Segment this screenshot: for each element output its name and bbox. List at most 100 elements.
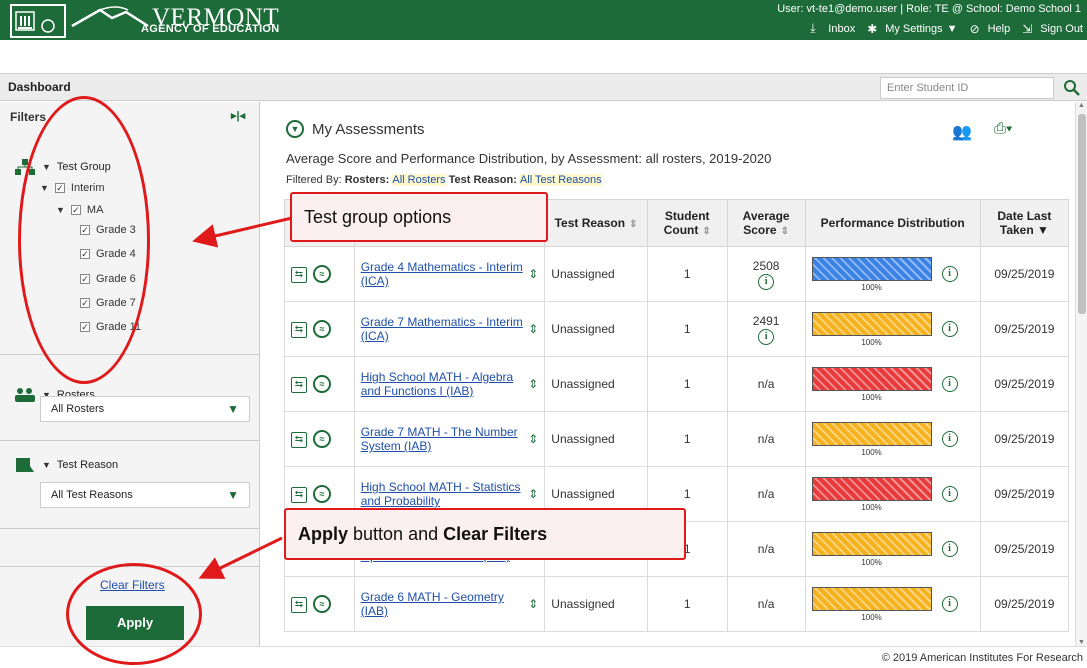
collapse-sidebar-icon[interactable]: ▸|◂ [231, 109, 245, 122]
row-actions-cell: ⇆≈ [284, 301, 355, 357]
assessment-name-cell: Grade 4 Mathematics - Interim (ICA) ⇕ [353, 246, 546, 302]
export-icon[interactable]: ⇆ [291, 322, 307, 338]
export-icon[interactable]: ⇆ [291, 267, 307, 283]
test-reason-header[interactable]: ▼ Test Reason [14, 456, 118, 474]
sort-icon: ⇕ [702, 226, 711, 237]
test-reason-select[interactable]: All Test Reasons ▼ [40, 482, 250, 508]
sign-out-link[interactable]: ⇲ Sign Out [1022, 22, 1083, 36]
assessment-link[interactable]: High School MATH - Algebra and Functions… [361, 370, 525, 398]
info-icon[interactable]: i [941, 596, 958, 612]
magnifier-detail-icon[interactable]: ≈ [313, 430, 331, 448]
date-last-taken-cell: 09/25/2019 [979, 356, 1070, 412]
student-count-cell: 1 [646, 411, 728, 467]
test-reason-select-value: All Test Reasons [51, 489, 133, 501]
sort-arrows-icon[interactable]: ⇕ [528, 377, 538, 391]
divider [0, 440, 260, 441]
assessment-name-cell: Grade 6 MATH - Geometry (IAB) ⇕ [353, 576, 546, 632]
date-last-taken-cell: 09/25/2019 [979, 521, 1070, 577]
magnifier-detail-icon[interactable]: ≈ [313, 265, 331, 283]
info-icon[interactable]: i [941, 376, 958, 392]
column-header-test-reason[interactable]: Test Reason ⇕ [544, 199, 648, 247]
callout-bold-clear: Clear Filters [443, 523, 548, 544]
average-score-value: n/a [757, 487, 775, 501]
info-icon[interactable]: i [758, 273, 775, 290]
divider [0, 528, 260, 529]
assessment-name-cell: Grade 7 Mathematics - Interim (ICA) ⇕ [353, 301, 546, 357]
inbox-label: Inbox [828, 22, 856, 35]
print-icon[interactable]: ⎙▾ [994, 120, 1012, 137]
scroll-up-icon[interactable]: ▲ [1078, 102, 1085, 109]
search-icon[interactable] [1063, 79, 1081, 97]
column-header-student-count[interactable]: Student Count ⇕ [646, 199, 728, 247]
annotation-callout-test-group: Test group options [290, 192, 548, 242]
logo-subtitle: AGENCY OF EDUCATION [141, 23, 280, 35]
magnifier-detail-icon[interactable]: ≈ [313, 595, 331, 613]
assessment-link[interactable]: Grade 7 Mathematics - Interim (ICA) [361, 315, 525, 343]
export-icon[interactable]: ⇆ [291, 597, 307, 613]
settings-label: My Settings [885, 22, 943, 35]
date-last-taken-cell: 09/25/2019 [979, 246, 1070, 302]
sort-arrows-icon[interactable]: ⇕ [528, 597, 538, 611]
info-icon[interactable]: i [941, 486, 958, 502]
scroll-down-icon[interactable]: ▼ [1078, 639, 1085, 646]
copyright-text: © 2019 American Institutes For Research [881, 652, 1083, 664]
student-id-input[interactable] [880, 77, 1054, 99]
scrollbar[interactable]: ▲ ▼ [1075, 102, 1087, 646]
info-icon[interactable]: i [758, 328, 775, 345]
average-score-value: n/a [757, 377, 775, 391]
performance-percent: 100% [861, 557, 882, 567]
export-icon[interactable]: ⇆ [291, 487, 307, 503]
expand-triangle-icon: ▼ [42, 460, 51, 470]
assessment-link[interactable]: Grade 7 MATH - The Number System (IAB) [361, 425, 525, 453]
sort-arrows-icon[interactable]: ⇕ [528, 267, 538, 281]
help-link[interactable]: ⊘ Help [970, 22, 1011, 36]
average-score-cell: n/a [726, 576, 806, 632]
magnifier-detail-icon[interactable]: ≈ [313, 375, 331, 393]
header-label: Performance Distribution [820, 216, 965, 230]
sort-arrows-icon[interactable]: ⇕ [528, 487, 538, 501]
student-count-cell: 1 [646, 246, 728, 302]
assessment-link[interactable]: Grade 6 MATH - Geometry (IAB) [361, 590, 525, 618]
filter-rosters-value: All Rosters [392, 174, 446, 186]
info-icon[interactable]: i [941, 321, 958, 337]
assessment-link[interactable]: Grade 4 Mathematics - Interim (ICA) [361, 260, 525, 288]
performance-bar [811, 476, 932, 501]
info-icon[interactable]: i [941, 266, 958, 282]
test-reason-cell: Unassigned [544, 301, 648, 357]
test-reason-label: Test Reason [56, 459, 119, 471]
column-header-date[interactable]: Date Last Taken ▼ [979, 199, 1070, 247]
export-icon[interactable]: ⇆ [291, 432, 307, 448]
info-icon[interactable]: i [941, 431, 958, 447]
info-icon[interactable]: i [941, 541, 958, 557]
scrollbar-thumb[interactable] [1078, 114, 1086, 314]
performance-bar [811, 421, 932, 446]
rosters-select[interactable]: All Rosters ▼ [40, 396, 250, 422]
table-row: ⇆ ≈ Grade 4 Mathematics - Interim (ICA) ⇕ Un… [284, 246, 1070, 302]
average-score-cell: 2491 i [726, 301, 806, 357]
column-header-average-score[interactable]: Average Score ⇕ [726, 199, 806, 247]
filter-reason-value: All Test Reasons [519, 174, 602, 186]
download-icon: ⤓ [810, 21, 816, 35]
collapse-section-icon[interactable]: ▼ [286, 120, 304, 138]
sort-arrows-icon[interactable]: ⇕ [528, 432, 538, 446]
dashboard-bar: Dashboard [0, 73, 1087, 101]
magnifier-detail-icon[interactable]: ≈ [313, 320, 331, 338]
performance-bar [811, 531, 932, 556]
my-settings-link[interactable]: ✱ My Settings ▼ [867, 22, 957, 36]
row-actions-cell: ⇆≈ [284, 576, 355, 632]
performance-cell: 100% i [804, 246, 981, 302]
sign-out-icon: ⇲ [1022, 21, 1033, 36]
annotation-ellipse-test-group [18, 96, 150, 384]
sort-icon: ⇕ [629, 219, 638, 230]
performance-bar [811, 256, 932, 281]
sort-arrows-icon[interactable]: ⇕ [528, 322, 538, 336]
performance-cell: 100% i [804, 466, 981, 522]
inbox-link[interactable]: ⤓ Inbox [810, 21, 855, 36]
export-icon[interactable]: ⇆ [291, 377, 307, 393]
assessment-link[interactable]: High School MATH - Statistics and Probab… [361, 480, 525, 508]
callout-bold-apply: Apply [298, 523, 349, 544]
magnifier-detail-icon[interactable]: ≈ [313, 485, 331, 503]
group-view-icon[interactable]: 👥 [952, 122, 972, 142]
table-row: ⇆ ≈ High School MATH - Algebra and Functio… [284, 356, 1070, 412]
average-score-cell: n/a [726, 356, 806, 412]
